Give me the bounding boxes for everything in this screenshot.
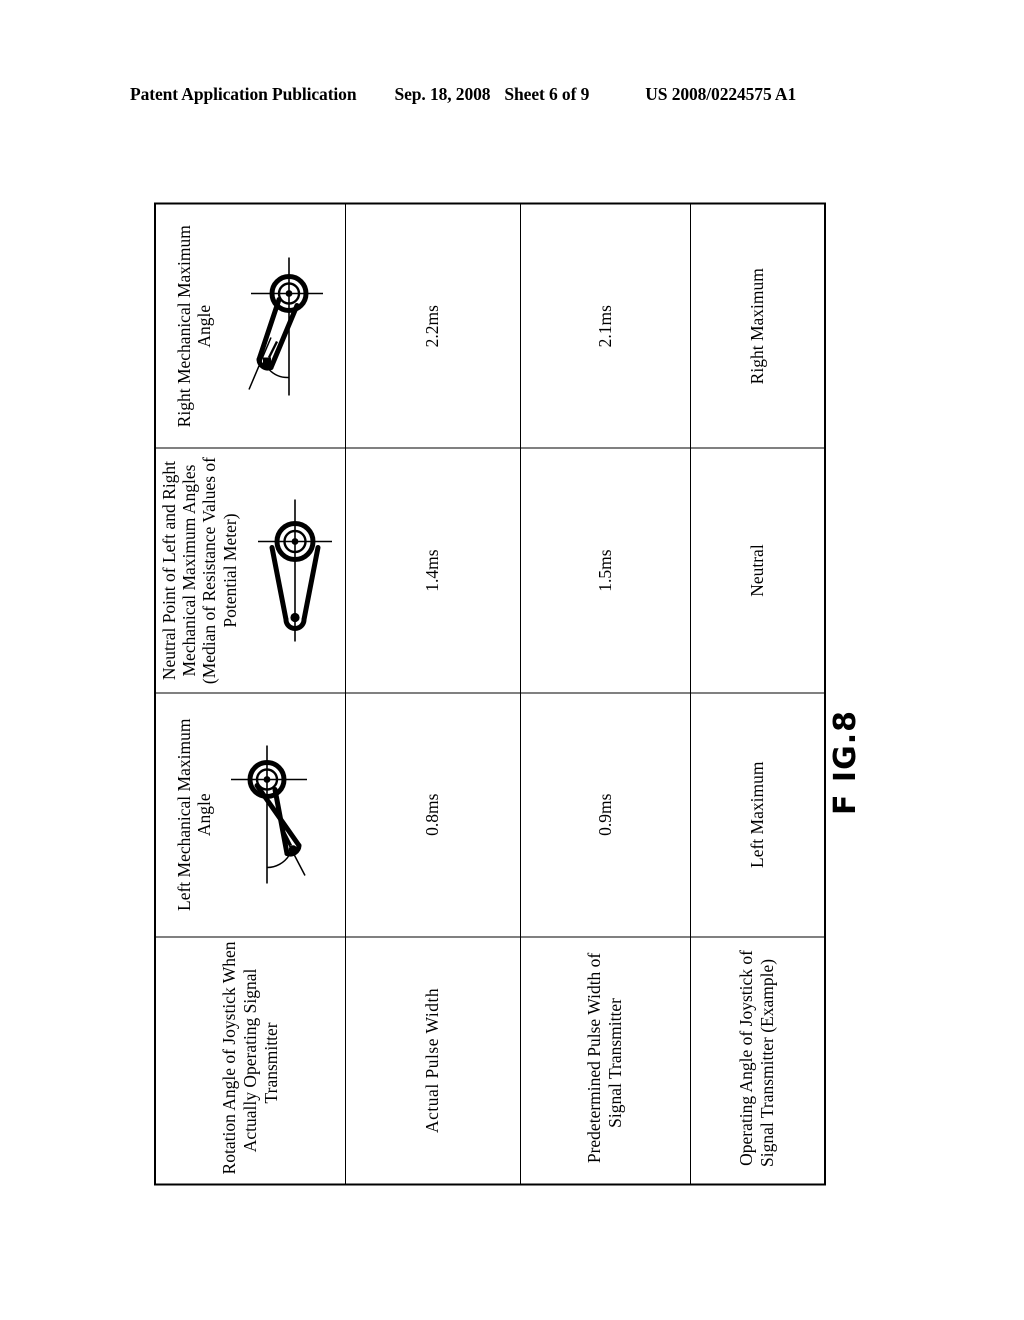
actual-pulse-width-value: 1.4ms xyxy=(422,548,443,592)
cell-actual-right-max: 2.2ms xyxy=(345,203,520,448)
rotation-angle-label: Neutral Point of Left and Right Mechanic… xyxy=(158,456,240,684)
column-header-label: Rotation Angle of Joystick When Actually… xyxy=(218,940,281,1174)
actual-pulse-width-value: 0.8ms xyxy=(422,793,443,836)
cell-row-label-neutral: Neutral xyxy=(690,447,825,693)
joystick-lever-neutral-icon xyxy=(248,448,342,691)
column-header-label: Operating Angle of Joystick of Signal Tr… xyxy=(736,949,778,1167)
column-header-label: Actual Pulse Width xyxy=(422,987,442,1133)
cell-row-label-left-max: Left Maximum xyxy=(690,692,825,937)
rotation-angle-label: Left Mechanical Maximum Angle xyxy=(173,718,215,911)
cell-rotation-right-max: Right Mechanical Maximum Angle xyxy=(155,203,345,448)
cell-rotation-left-max: Left Mechanical Maximum Angle xyxy=(155,692,345,937)
table-row: Operating Angle of Joystick of Signal Tr… xyxy=(690,203,825,1184)
cell-row-label-right-max: Right Maximum xyxy=(690,203,825,448)
publication-date: Sep. 18, 2008 xyxy=(394,84,491,104)
cell-actual-neutral: 1.4ms xyxy=(345,447,520,693)
publication-label: Patent Application Publication xyxy=(130,84,357,104)
row-label: Left Maximum xyxy=(747,761,768,868)
row-label: Right Maximum xyxy=(747,267,768,384)
figure-caption: F IG.8 xyxy=(828,710,863,815)
column-header-actual-pulse-width: Actual Pulse Width xyxy=(345,936,520,1184)
row-label: Neutral xyxy=(747,543,768,597)
figure-8-region: Rotation Angle of Joystick When Actually… xyxy=(154,202,826,1185)
rotation-angle-label: Right Mechanical Maximum Angle xyxy=(173,224,215,427)
joystick-lever-right-max-icon xyxy=(223,204,327,447)
joystick-lever-left-max-icon xyxy=(223,693,327,936)
column-header-rotation-angle: Rotation Angle of Joystick When Actually… xyxy=(155,936,345,1184)
sheet-number: Sheet 6 of 9 xyxy=(504,84,590,104)
actual-pulse-width-value: 2.2ms xyxy=(422,304,443,347)
column-header-operating-angle: Operating Angle of Joystick of Signal Tr… xyxy=(690,936,825,1184)
patent-number: US 2008/0224575 A1 xyxy=(645,84,797,104)
column-header-label: Predetermined Pulse Width of Signal Tran… xyxy=(584,952,625,1163)
cell-predetermined-right-max: 2.1ms xyxy=(520,203,690,448)
column-header-predetermined-pulse-width: Predetermined Pulse Width of Signal Tran… xyxy=(520,936,690,1184)
cell-actual-left-max: 0.8ms xyxy=(345,692,520,937)
cell-rotation-neutral: Neutral Point of Left and Right Mechanic… xyxy=(155,447,345,693)
table-row: Rotation Angle of Joystick When Actually… xyxy=(155,203,345,1184)
joystick-pulse-width-table: Rotation Angle of Joystick When Actually… xyxy=(154,202,826,1185)
table-row: Actual Pulse Width 0.8ms 1.4ms 2.2ms xyxy=(345,203,520,1184)
cell-predetermined-left-max: 0.9ms xyxy=(520,692,690,937)
cell-predetermined-neutral: 1.5ms xyxy=(520,447,690,693)
predetermined-pulse-width-value: 2.1ms xyxy=(594,304,615,347)
publication-header: Patent Application Publication Sep. 18, … xyxy=(130,84,894,110)
predetermined-pulse-width-value: 1.5ms xyxy=(594,548,615,592)
predetermined-pulse-width-value: 0.9ms xyxy=(594,793,615,836)
table-row: Predetermined Pulse Width of Signal Tran… xyxy=(520,203,690,1184)
